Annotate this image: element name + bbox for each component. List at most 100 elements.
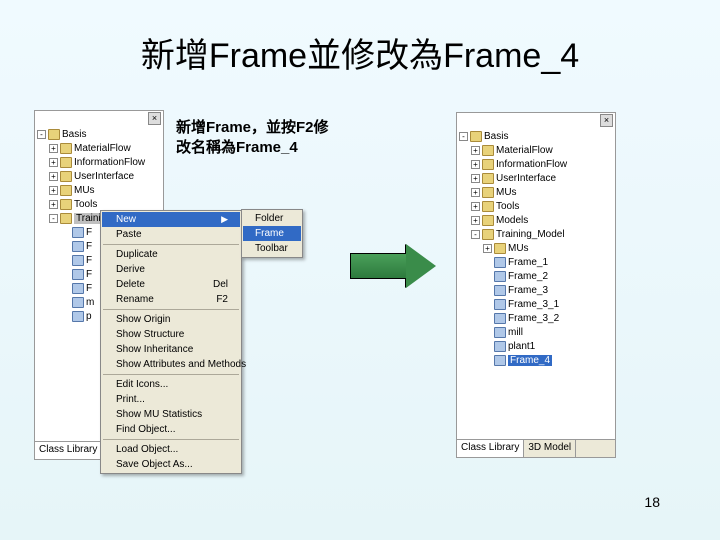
tree-item[interactable]: - Basis xyxy=(37,127,161,141)
tab-class-library[interactable]: Class Library xyxy=(457,440,524,457)
menu-item[interactable]: Show Attributes and Methods xyxy=(102,357,240,372)
slide-title: 新增Frame並修改為Frame_4 xyxy=(0,28,720,77)
menu-item[interactable]: Save Object As... xyxy=(102,457,240,472)
folder-icon xyxy=(60,199,72,210)
tree-item[interactable]: Frame_1 xyxy=(459,255,613,269)
tree-label: Tools xyxy=(74,199,97,210)
tree-item[interactable]: +MUs xyxy=(459,185,613,199)
menu-label: Show Attributes and Methods xyxy=(116,359,246,370)
tree-item[interactable]: - Basis xyxy=(459,129,613,143)
close-icon[interactable]: × xyxy=(148,112,161,125)
menu-item[interactable]: Edit Icons... xyxy=(102,377,240,392)
expand-icon[interactable]: + xyxy=(471,188,480,197)
tree-label: Frame_1 xyxy=(508,257,548,268)
tree-item[interactable]: +MaterialFlow xyxy=(459,143,613,157)
arrow-graphic xyxy=(350,244,440,288)
tree-item[interactable]: Frame_3_2 xyxy=(459,311,613,325)
menu-item[interactable]: Load Object... xyxy=(102,442,240,457)
tree-label: Basis xyxy=(484,131,508,142)
menu-label: Show Structure xyxy=(116,329,184,340)
frame-icon xyxy=(494,313,506,324)
tree-item[interactable]: + UserInterface xyxy=(459,171,613,185)
right-tree[interactable]: -Basis+MaterialFlow+InformationFlow+User… xyxy=(459,129,613,367)
tree-label: UserInterface xyxy=(74,171,134,182)
expand-icon[interactable]: + xyxy=(49,200,58,209)
menu-item[interactable]: Show Origin xyxy=(102,312,240,327)
expand-icon[interactable]: + xyxy=(483,244,492,253)
expand-icon[interactable]: + xyxy=(49,186,58,195)
tree-item[interactable]: + UserInterface xyxy=(37,169,161,183)
submenu-item[interactable]: Folder xyxy=(243,211,301,226)
menu-item[interactable]: New▶ xyxy=(102,212,240,227)
menu-item[interactable]: Duplicate xyxy=(102,247,240,262)
menu-label: Show MU Statistics xyxy=(116,409,202,420)
expand-icon[interactable]: + xyxy=(471,146,480,155)
tree-item[interactable]: + InformationFlow xyxy=(37,155,161,169)
collapse-icon[interactable]: - xyxy=(49,214,58,223)
context-menu[interactable]: New▶PasteDuplicateDeriveDeleteDelRenameF… xyxy=(100,210,242,474)
menu-item[interactable]: Show Structure xyxy=(102,327,240,342)
menu-separator xyxy=(103,374,239,375)
tree-item[interactable]: +Tools xyxy=(459,199,613,213)
expand-icon[interactable]: + xyxy=(471,160,480,169)
tree-item[interactable]: plant1 xyxy=(459,339,613,353)
tree-item[interactable]: +MaterialFlow xyxy=(37,141,161,155)
frame-icon xyxy=(494,271,506,282)
tree-item[interactable]: Frame_3 xyxy=(459,283,613,297)
menu-item[interactable]: Show MU Statistics xyxy=(102,407,240,422)
tree-item[interactable]: + Tools xyxy=(37,197,161,211)
menu-item[interactable]: DeleteDel xyxy=(102,277,240,292)
submenu-item[interactable]: Toolbar xyxy=(243,241,301,256)
collapse-icon[interactable]: - xyxy=(37,130,46,139)
tree-item[interactable]: -Training_Model xyxy=(459,227,613,241)
expand-icon[interactable]: + xyxy=(49,172,58,181)
menu-item[interactable]: RenameF2 xyxy=(102,292,240,307)
tree-label: Basis xyxy=(62,129,86,140)
frame-icon xyxy=(494,327,506,338)
tree-item[interactable]: +MUs xyxy=(459,241,613,255)
folder-icon xyxy=(482,187,494,198)
frame-icon xyxy=(494,285,506,296)
tree-item[interactable]: Frame_3_1 xyxy=(459,297,613,311)
tree-label: F xyxy=(86,255,92,266)
annotation-line1: 新增Frame，並按F2修 xyxy=(176,119,329,136)
menu-item[interactable]: Derive xyxy=(102,262,240,277)
menu-label: New xyxy=(116,214,136,225)
menu-item[interactable]: Show Inheritance xyxy=(102,342,240,357)
tree-item[interactable]: +Models xyxy=(459,213,613,227)
collapse-icon[interactable]: - xyxy=(471,230,480,239)
tree-label: UserInterface xyxy=(496,173,556,184)
tree-label: p xyxy=(86,311,92,322)
collapse-icon[interactable]: - xyxy=(459,132,468,141)
menu-item[interactable]: Print... xyxy=(102,392,240,407)
expand-icon[interactable]: + xyxy=(49,144,58,153)
annotation-line2: 改名稱為Frame_4 xyxy=(176,139,298,156)
tree-item[interactable]: +MUs xyxy=(37,183,161,197)
tree-label: Frame_4 xyxy=(508,355,552,366)
tree-item[interactable]: Frame_4 xyxy=(459,353,613,367)
folder-icon xyxy=(482,145,494,156)
submenu-new[interactable]: FolderFrameToolbar xyxy=(241,209,303,258)
close-icon[interactable]: × xyxy=(600,114,613,127)
menu-shortcut: Del xyxy=(213,279,228,290)
expand-icon[interactable]: + xyxy=(471,202,480,211)
tree-label: Frame_2 xyxy=(508,271,548,282)
tab-class-library[interactable]: Class Library xyxy=(35,442,102,459)
expand-icon[interactable]: + xyxy=(49,158,58,167)
menu-label: Duplicate xyxy=(116,249,158,260)
tab-3d-model[interactable]: 3D Model xyxy=(524,440,576,457)
expand-icon[interactable]: + xyxy=(471,174,480,183)
tree-label: InformationFlow xyxy=(74,157,145,168)
folder-icon xyxy=(482,159,494,170)
tree-label: F xyxy=(86,269,92,280)
menu-label: Rename xyxy=(116,294,154,305)
menu-label: Show Origin xyxy=(116,314,170,325)
tree-item[interactable]: Frame_2 xyxy=(459,269,613,283)
menu-item[interactable]: Paste xyxy=(102,227,240,242)
tree-item[interactable]: mill xyxy=(459,325,613,339)
expand-icon[interactable]: + xyxy=(471,216,480,225)
menu-item[interactable]: Find Object... xyxy=(102,422,240,437)
menu-label: Find Object... xyxy=(116,424,175,435)
submenu-item[interactable]: Frame xyxy=(243,226,301,241)
tree-item[interactable]: +InformationFlow xyxy=(459,157,613,171)
